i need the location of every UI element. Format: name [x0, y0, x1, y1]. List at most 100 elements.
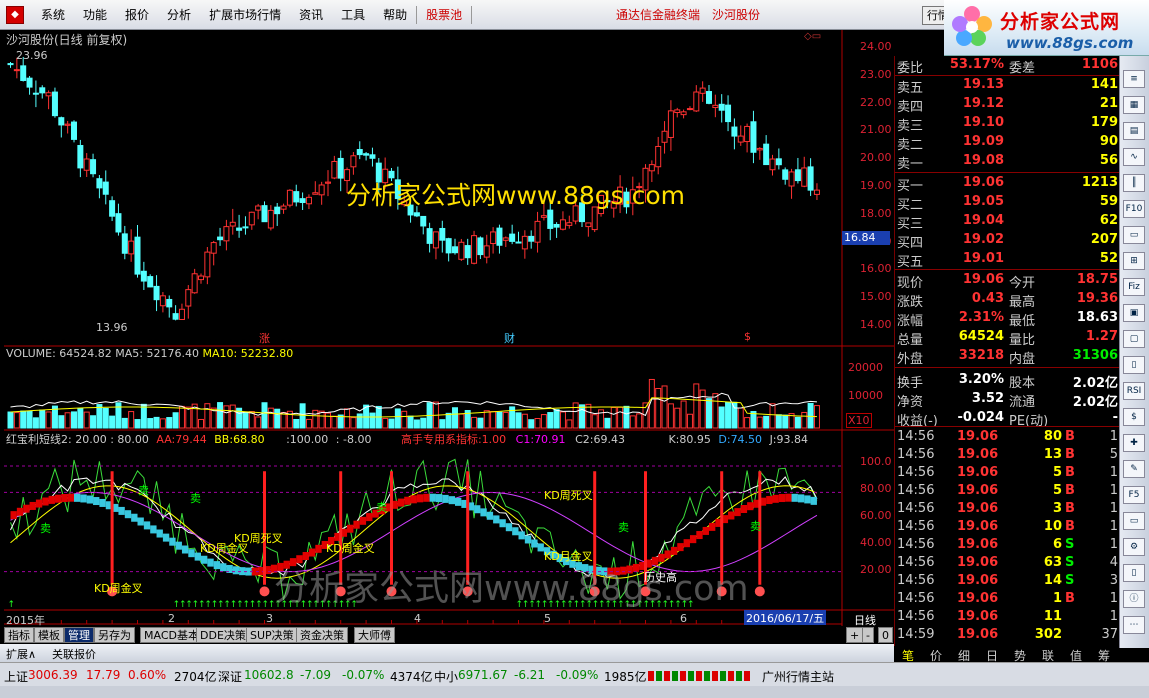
toolbar-cross-icon[interactable]: ✚ [1123, 434, 1145, 452]
toolbar-page-icon[interactable]: ▯ [1123, 564, 1145, 582]
zoom-in-button[interactable]: + [846, 627, 864, 643]
tab-fund[interactable]: 资金决策 [296, 627, 348, 643]
tick-row[interactable]: 14:56 19.06 6 S 1 [895, 536, 1120, 555]
toolbar-list-icon[interactable]: ≡ [1123, 70, 1145, 88]
trend-ribbon [353, 520, 360, 529]
menu-stock-pool[interactable]: 股票池 [417, 0, 471, 30]
toolbar-pen-icon[interactable]: ✎ [1123, 460, 1145, 478]
chart-toggle-icon[interactable]: ◇▭ [804, 31, 821, 42]
related-quote-link[interactable]: 关联报价 [52, 646, 96, 662]
toolbar-f10-icon[interactable]: F10 [1123, 200, 1145, 218]
bid-row[interactable]: 买三 19.04 62 [895, 212, 1120, 232]
trend-ribbon [455, 497, 462, 506]
tick-row[interactable]: 14:56 19.06 11 1 [895, 608, 1120, 627]
sh-value[interactable]: 3006.39 [28, 668, 78, 682]
tick-row[interactable]: 14:56 19.06 80 B 1 [895, 428, 1120, 447]
quote-row[interactable]: 外盘 33218 内盘 31306 [895, 347, 1120, 367]
ask-row[interactable]: 卖五 19.13 141 [895, 76, 1120, 96]
quote-row[interactable]: 涨幅 2.31% 最低 18.63 [895, 309, 1120, 329]
bid-row[interactable]: 买二 19.05 59 [895, 193, 1120, 213]
tick-row[interactable]: 14:56 19.06 5 B 1 [895, 464, 1120, 483]
menu-tools[interactable]: 工具 [332, 0, 374, 30]
tick-row[interactable]: 14:56 19.06 63 S 4 [895, 554, 1120, 573]
toolbar-info-icon[interactable]: ⓘ [1123, 590, 1145, 608]
zoom-reset-button[interactable]: 0 [878, 627, 893, 643]
toolbar-board-icon[interactable]: ▣ [1123, 304, 1145, 322]
market-strength-bar [648, 671, 752, 681]
volume-bar [693, 383, 700, 429]
app-logo-icon[interactable]: ◆ [6, 6, 24, 24]
kline-chart-svg[interactable]: ↑ ↑↑↑↑↑↑↑↑↑↑↑↑↑↑↑↑↑↑↑↑↑↑↑↑↑↑↑↑↑ ↑↑↑↑↑↑↑↑↑↑… [4, 30, 894, 626]
expand-link[interactable]: 扩展∧ [6, 646, 36, 662]
menu-ext-market[interactable]: 扩展市场行情 [200, 0, 290, 30]
menu-analysis[interactable]: 分析 [158, 0, 200, 30]
quote-row[interactable]: 总量 64524 量比 1.27 [895, 328, 1120, 348]
volume-bar [77, 407, 84, 429]
candle [750, 110, 757, 164]
toolbar-window-icon[interactable]: ▭ [1123, 512, 1145, 530]
bid-row[interactable]: 买四 19.02 207 [895, 231, 1120, 251]
bid-row[interactable]: 买五 19.01 52 [895, 250, 1120, 270]
tab-save-as[interactable]: 另存为 [94, 627, 135, 643]
candle [128, 229, 135, 262]
weibi-row[interactable]: 委比 53.17% 委差 1106 [895, 56, 1120, 76]
tick-row[interactable]: 14:56 19.06 1 B 1 [895, 590, 1120, 609]
quote-row[interactable]: 现价 19.06 今开 18.75 [895, 271, 1120, 291]
sz-value[interactable]: 10602.8 [244, 668, 294, 682]
quote-label-2: 最高 [1009, 295, 1036, 310]
toolbar-compare-icon[interactable]: ⊞ [1123, 252, 1145, 270]
quote-row[interactable]: 换手 3.20% 股本 2.02亿 [895, 371, 1120, 391]
tick-price: 19.06 [957, 429, 999, 444]
toolbar-doc-icon[interactable]: ▯ [1123, 356, 1145, 374]
tab-master[interactable]: 大师傅 [354, 627, 395, 643]
sz-change: -7.09 [300, 668, 332, 682]
toolbar-dollar-icon[interactable]: $ [1123, 408, 1145, 426]
toolbar-f5-icon[interactable]: F5 [1123, 486, 1145, 504]
ask-row[interactable]: 卖二 19.09 90 [895, 133, 1120, 153]
zoom-out-button[interactable]: - [862, 627, 874, 643]
menu-quote[interactable]: 报价 [116, 0, 158, 30]
menu-system[interactable]: 系统 [32, 0, 74, 30]
tab-sup[interactable]: SUP决策 [246, 627, 298, 643]
toolbar-table-icon[interactable]: ▤ [1123, 122, 1145, 140]
ask-row[interactable]: 卖四 19.12 21 [895, 95, 1120, 115]
ask-row[interactable]: 卖一 19.08 56 [895, 152, 1120, 172]
tick-row[interactable]: 14:56 19.06 10 B 1 [895, 518, 1120, 537]
menu-help[interactable]: 帮助 [374, 0, 416, 30]
tick-count: 1 [1109, 537, 1118, 552]
toolbar-grid-icon[interactable]: ▦ [1123, 96, 1145, 114]
toolbar-line-chart-icon[interactable]: ∿ [1123, 148, 1145, 166]
toolbar-mini-icon[interactable]: ▭ [1123, 226, 1145, 244]
menu-function[interactable]: 功能 [74, 0, 116, 30]
toolbar-news-icon[interactable]: ▢ [1123, 330, 1145, 348]
toolbar-more-icon[interactable]: ⋯ [1123, 616, 1145, 634]
server-status[interactable]: 广州行情主站 [762, 668, 834, 685]
menu-info[interactable]: 资讯 [290, 0, 332, 30]
ask-row[interactable]: 卖三 19.10 179 [895, 114, 1120, 134]
tick-row[interactable]: 14:56 19.06 3 B 1 [895, 500, 1120, 519]
tick-row[interactable]: 14:56 19.06 13 B 5 [895, 446, 1120, 465]
tick-row[interactable]: 14:56 19.06 14 S 3 [895, 572, 1120, 591]
toolbar-kline-icon[interactable]: ║ [1123, 174, 1145, 192]
tab-manage[interactable]: 管理 [64, 627, 94, 643]
trend-ribbon [67, 493, 74, 502]
quote-row[interactable]: 涨跌 0.43 最高 19.36 [895, 290, 1120, 310]
candle [229, 208, 236, 235]
toolbar-fiz-icon[interactable]: Fiz [1123, 278, 1145, 296]
divider [895, 426, 1120, 427]
bid-row[interactable]: 买一 19.06 1213 [895, 174, 1120, 194]
candle [712, 94, 719, 118]
kline-chart-area[interactable]: ↑ ↑ ↑ ↑ ↑ ↑ ↑ ↑ ↑ ↑ ↑ ↑ ↑ ↑ ↑ ↑ ↑ ↑ ↑ ↑ ↑ ↑ ↑ ↑ ↑ ↑ ↑ ↑ ↑ ↑ ↑ ↑ ↑ ↑ ↑ ↑ ↑ ↑ ↑ ↑… [4, 30, 894, 627]
zx-value[interactable]: 6971.67 [458, 668, 508, 682]
tab-dde[interactable]: DDE决策 [196, 627, 250, 643]
quote-row[interactable]: 净资 3.52 流通 2.02亿 [895, 390, 1120, 410]
tick-row[interactable]: 14:59 19.06 302 37 [895, 626, 1120, 645]
tab-macd[interactable]: MACD基本 [140, 627, 203, 643]
volume-bar [134, 419, 141, 429]
tab-template[interactable]: 模板 [34, 627, 64, 643]
tab-indicator[interactable]: 指标 [4, 627, 34, 643]
toolbar-tool-icon[interactable]: ⚙ [1123, 538, 1145, 556]
candle [102, 170, 109, 205]
tick-row[interactable]: 14:56 19.06 5 B 1 [895, 482, 1120, 501]
toolbar-rsi-icon[interactable]: RSI [1123, 382, 1145, 400]
